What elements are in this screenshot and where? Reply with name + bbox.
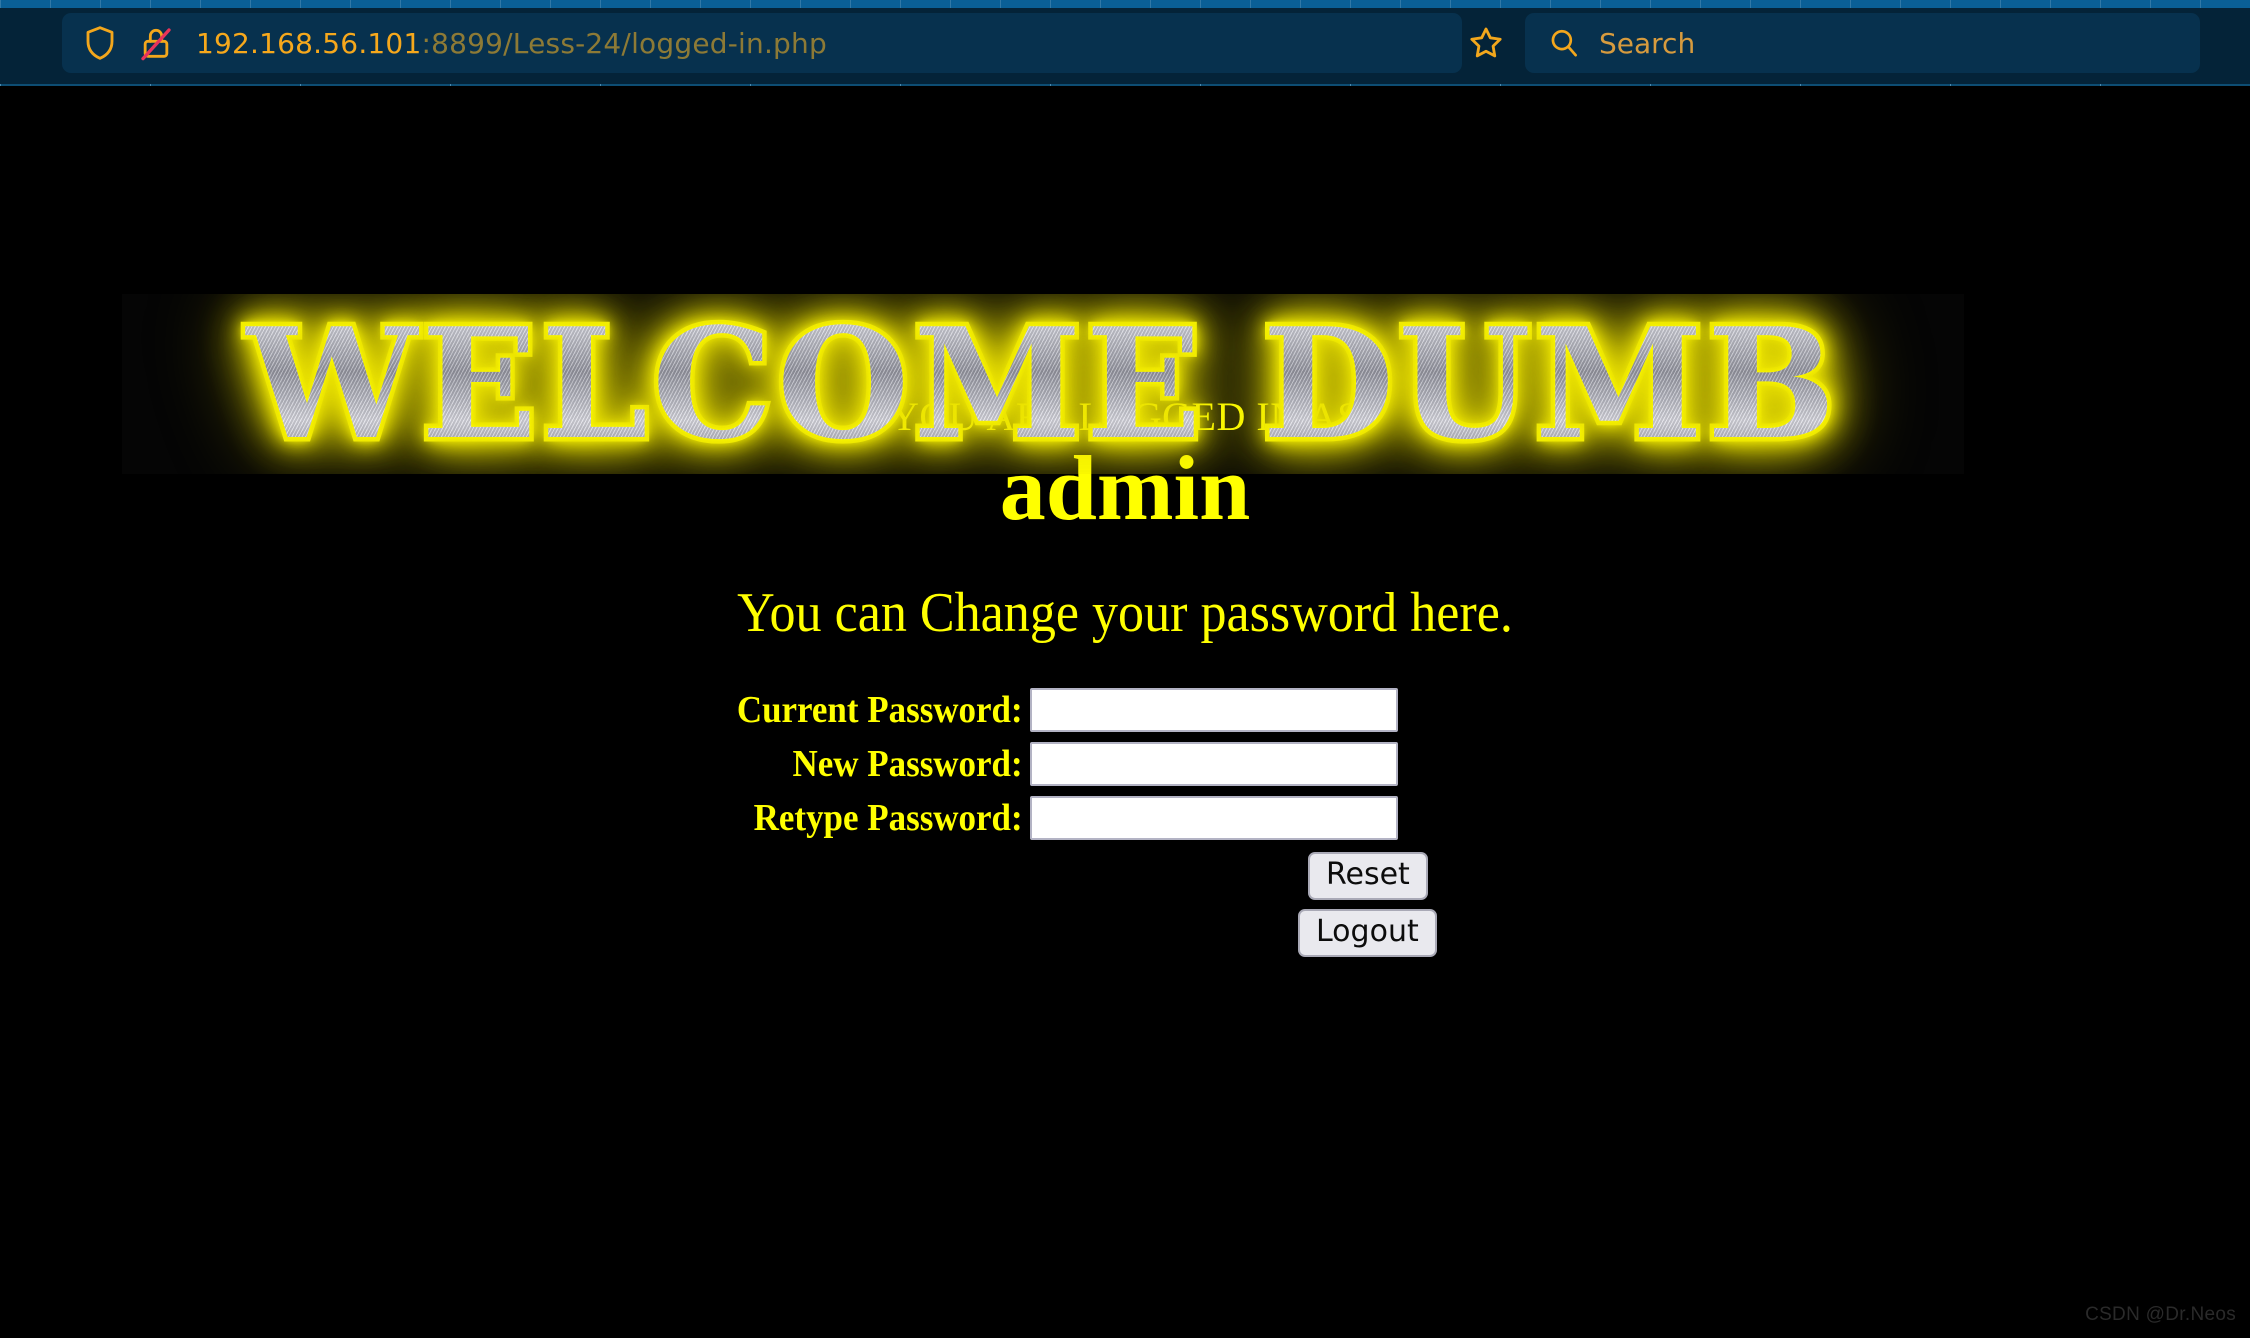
tab-strip — [0, 0, 2250, 8]
bookmark-star-icon — [1470, 27, 1502, 58]
current-password-field[interactable] — [1030, 687, 1398, 732]
address-bar[interactable]: 192.168.56.101:8899/Less-24/logged-in.ph… — [62, 13, 1462, 73]
retype-password-label: Retype Password: — [753, 796, 1023, 839]
url-text[interactable]: 192.168.56.101:8899/Less-24/logged-in.ph… — [196, 27, 1444, 60]
retype-password-field[interactable] — [1030, 795, 1398, 840]
logout-button[interactable]: Logout — [1298, 909, 1437, 957]
bookmark-star-button[interactable] — [1455, 13, 1517, 73]
url-host: 192.168.56.101 — [196, 26, 422, 60]
welcome-banner-text: WELCOME DUMB — [122, 308, 1964, 460]
form-row: Current Password: — [0, 683, 2250, 736]
change-password-form: Current Password: New Password: Retype P… — [0, 683, 2250, 957]
search-input[interactable] — [1597, 25, 2178, 61]
logout-button-row: Logout — [0, 909, 2250, 957]
current-password-label: Current Password: — [736, 688, 1023, 731]
reset-button-row: Reset — [0, 852, 2250, 900]
change-password-heading: You can Change your password here. — [737, 582, 1513, 644]
url-path: :8899/Less-24/logged-in.php — [421, 26, 827, 60]
new-password-field[interactable] — [1030, 741, 1398, 786]
reset-button[interactable]: Reset — [1308, 852, 1428, 900]
search-icon — [1551, 29, 1577, 57]
browser-search-bar[interactable] — [1525, 13, 2200, 73]
form-row: Retype Password: — [0, 791, 2250, 844]
csdn-watermark: CSDN @Dr.Neos — [2085, 1304, 2236, 1325]
welcome-banner-image: WELCOME DUMB WELCOME DUMB — [122, 294, 1964, 474]
form-row: New Password: — [0, 737, 2250, 790]
new-password-label: New Password: — [792, 742, 1023, 785]
browser-toolbar: 192.168.56.101:8899/Less-24/logged-in.ph… — [0, 0, 2250, 86]
lock-crossed-out-icon[interactable] — [136, 23, 196, 63]
shield-icon[interactable] — [80, 23, 136, 63]
page-body: WELCOME DUMB WELCOME DUMB YOU ARE LOGGED… — [0, 86, 2250, 1338]
